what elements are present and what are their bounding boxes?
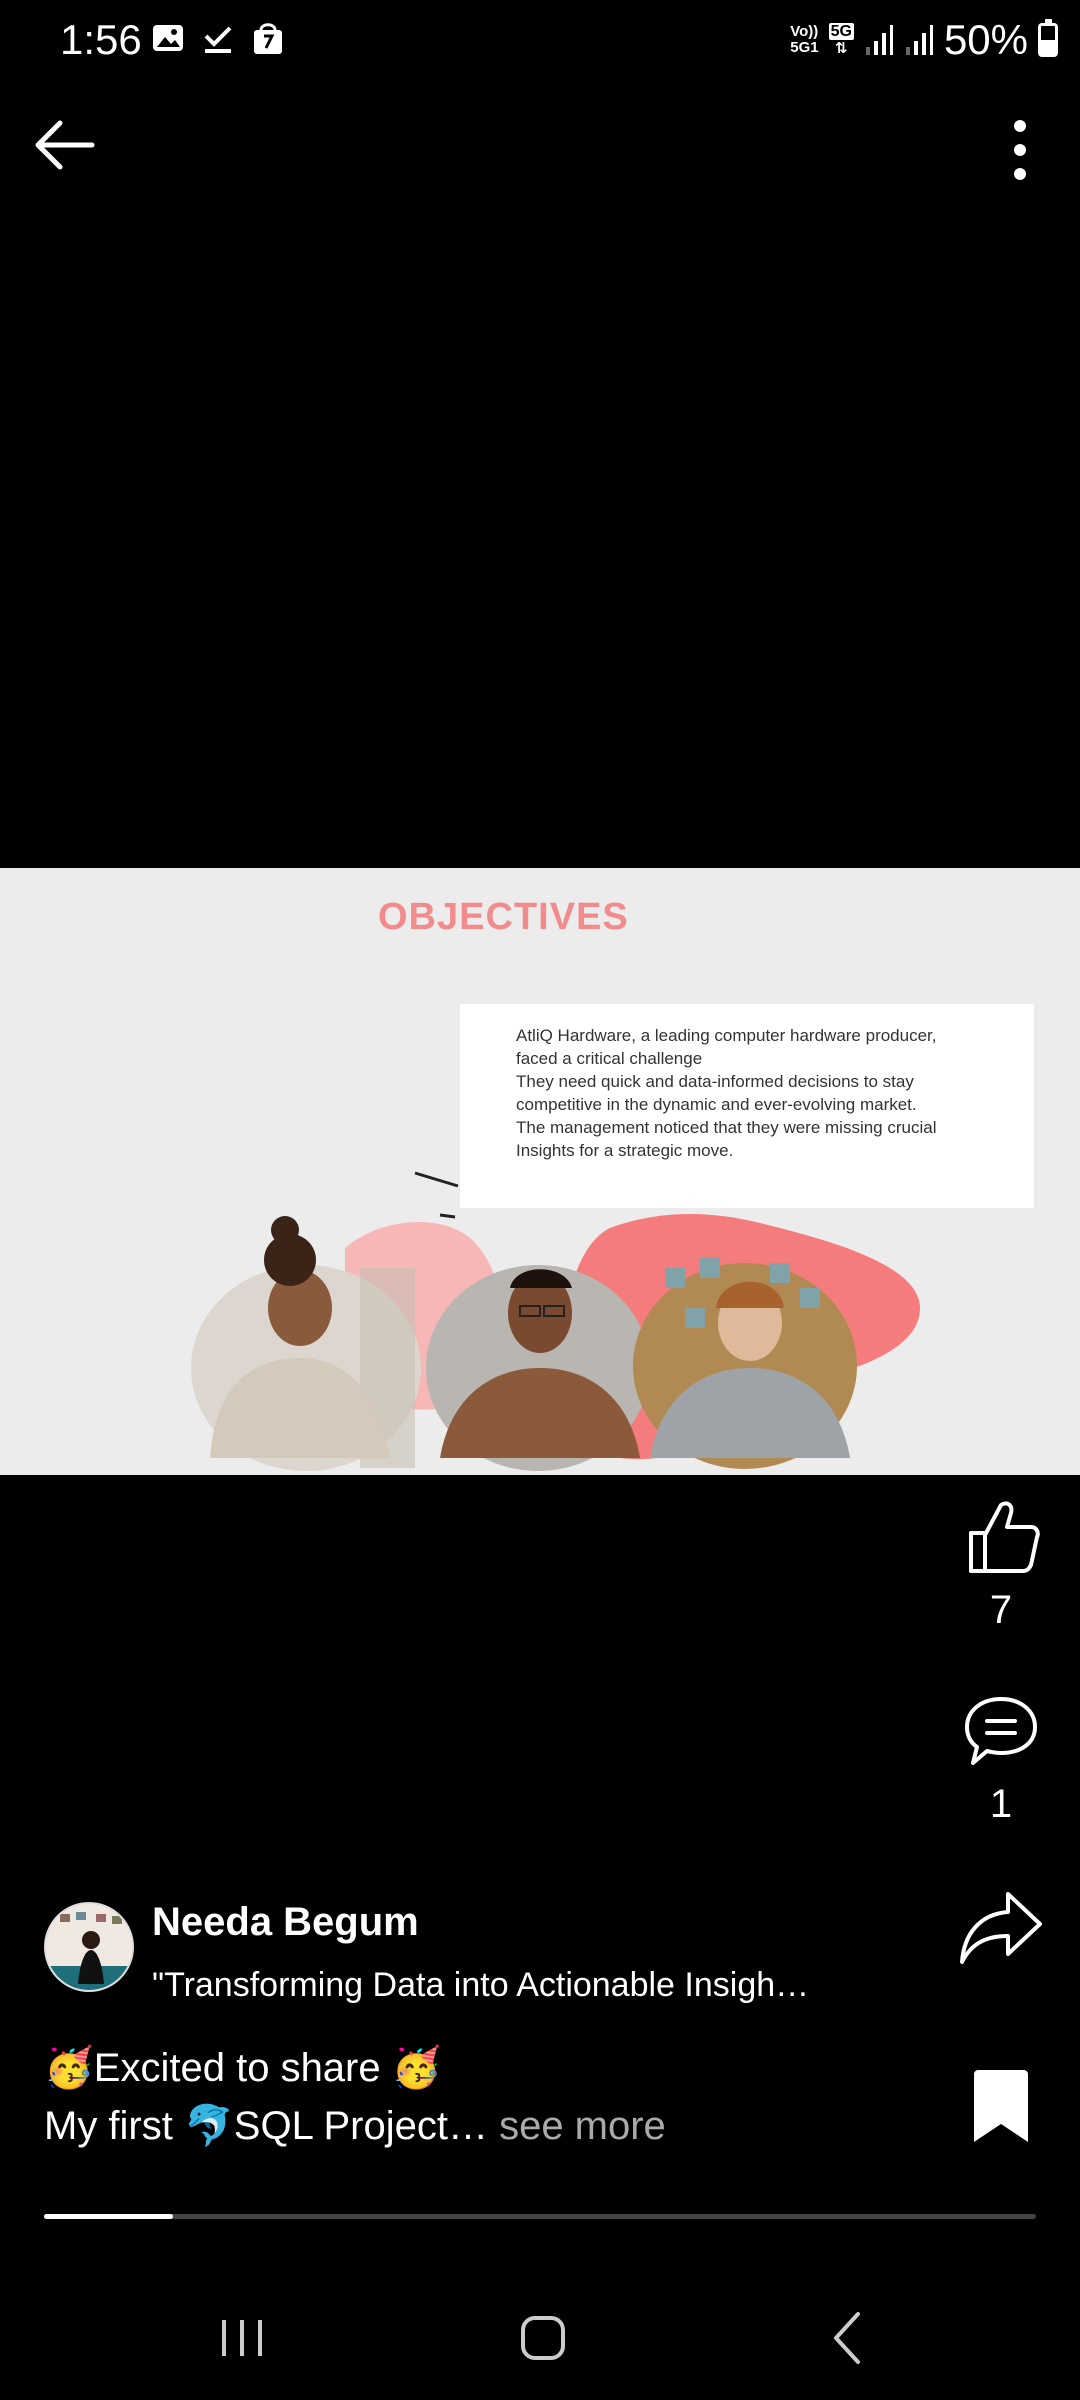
slide-title: OBJECTIVES <box>378 896 629 938</box>
author-avatar[interactable] <box>44 1902 134 1992</box>
status-time: 1:56 <box>60 16 142 63</box>
battery-icon <box>1038 19 1058 57</box>
status-bar: 1:56 Vo)) 5G1 5G ⇅ 50% <box>0 0 1080 80</box>
caption-line[interactable]: My first 🐬SQL Project… see more <box>44 2102 666 2149</box>
gallery-icon <box>153 25 183 51</box>
download-done-icon <box>204 26 232 53</box>
author-name[interactable]: Needa Begum <box>152 1900 419 1945</box>
caption-line: 🥳Excited to share 🥳 <box>44 2046 442 2090</box>
comment-button[interactable]: 1 <box>946 1693 1056 1827</box>
bookmark-icon <box>974 2070 1028 2142</box>
media-progress-bar[interactable] <box>44 2214 1036 2219</box>
comment-count: 1 <box>989 1782 1013 1826</box>
battery-percent: 50% <box>943 16 1028 63</box>
status-notification-icons <box>150 20 286 56</box>
slide-text-line: faced a critical challenge <box>516 1049 703 1068</box>
recent-apps-icon[interactable] <box>202 2298 282 2378</box>
comment-icon <box>965 1697 1037 1765</box>
volte-icon: Vo)) 5G1 <box>790 23 819 56</box>
home-icon[interactable] <box>503 2298 583 2378</box>
caption-text: My first 🐬SQL Project… <box>44 2104 488 2148</box>
system-navigation-bar <box>0 2270 1080 2400</box>
slide-text-line: The management noticed that they were mi… <box>516 1118 937 1137</box>
post-title[interactable]: "Transforming Data into Actionable Insig… <box>152 1966 882 2005</box>
slide-text-line: Insights for a strategic move. <box>516 1141 734 1160</box>
like-button[interactable]: 7 <box>946 1495 1056 1633</box>
media-progress-fill <box>44 2214 173 2219</box>
avatar-photo <box>46 1904 132 1990</box>
slide-text-line: They need quick and data-informed decisi… <box>516 1072 914 1091</box>
shopping-bag-icon <box>254 23 282 54</box>
post-media-slide[interactable]: OBJECTIVES AtliQ Hardware, a leading com… <box>0 868 1080 1475</box>
like-count: 7 <box>989 1588 1013 1632</box>
slide-text-box: AtliQ Hardware, a leading computer hardw… <box>460 1004 1034 1208</box>
signal-icon <box>865 25 893 55</box>
share-button[interactable] <box>946 1888 1056 1973</box>
save-button[interactable] <box>946 2068 1056 2149</box>
see-more-link[interactable]: see more <box>488 2104 666 2148</box>
back-nav-icon[interactable] <box>808 2298 888 2378</box>
battery-level <box>1041 40 1055 54</box>
slide-text-line: competitive in the dynamic and ever-evol… <box>516 1095 917 1114</box>
thumbs-up-icon <box>969 1501 1040 1573</box>
more-options-icon[interactable] <box>990 110 1050 190</box>
person-photo-2 <box>426 1265 650 1471</box>
slide-text-line: AtliQ Hardware, a leading computer hardw… <box>516 1026 937 1045</box>
5g-icon: 5G ⇅ <box>828 23 854 57</box>
back-arrow-icon[interactable] <box>30 110 100 180</box>
status-system-icons: Vo)) 5G1 5G ⇅ 50% <box>790 16 1058 64</box>
signal-icon <box>905 25 933 55</box>
share-icon <box>960 1892 1042 1964</box>
